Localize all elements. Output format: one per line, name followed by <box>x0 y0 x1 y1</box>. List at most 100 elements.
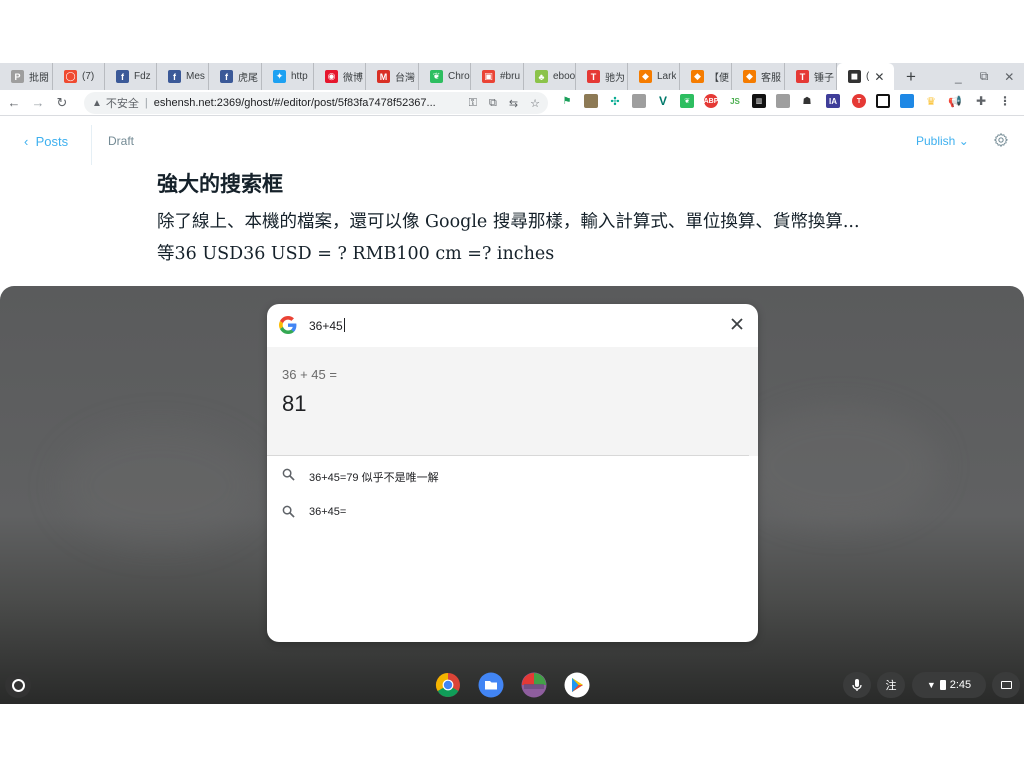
extension-crown-icon[interactable]: ♛ <box>924 94 938 108</box>
launcher-search-panel: 36+45 36 + 45 = 81 36+45=79 似乎不是唯一解 36+4… <box>267 304 758 642</box>
system-tray[interactable]: ▼ 2:45 <box>912 672 986 698</box>
extension-leaf-icon[interactable] <box>584 94 598 108</box>
extension-adblock-icon[interactable]: ABP <box>704 94 718 108</box>
browser-tab[interactable]: f Mes <box>157 63 209 90</box>
browser-tab[interactable]: f Fdz <box>105 63 157 90</box>
publish-menu-button[interactable]: Publish ⌄ <box>916 134 969 148</box>
browser-tab[interactable]: T 锤子 <box>785 63 837 90</box>
browser-tab[interactable]: T 驰为 <box>576 63 628 90</box>
microphone-icon <box>852 679 862 691</box>
tab-favicon-icon: ◉ <box>325 70 338 83</box>
version-app-icon[interactable] <box>521 672 547 698</box>
bookmark-star-icon[interactable]: ☆ <box>530 97 540 110</box>
overview-icon <box>1000 681 1012 689</box>
browser-tab[interactable]: ✦ http <box>262 63 314 90</box>
google-g-icon <box>279 316 297 334</box>
open-external-icon[interactable]: ⧉ <box>489 97 497 110</box>
back-to-posts-link[interactable]: ‹ Posts <box>24 134 68 149</box>
warning-triangle-icon: ▲ <box>92 97 102 109</box>
close-icon[interactable] <box>730 317 744 331</box>
tab-close-icon[interactable]: ✕ <box>874 70 884 84</box>
tab-title: 批閱 <box>29 73 49 84</box>
extension-v-icon[interactable]: V <box>656 94 670 108</box>
ime-indicator[interactable]: 注 <box>877 672 905 698</box>
extension-note-icon[interactable] <box>776 94 790 108</box>
search-icon <box>282 505 295 518</box>
browser-tab[interactable]: ◆ Lark <box>628 63 680 90</box>
tab-favicon-icon: ♣ <box>535 70 548 83</box>
launcher-search-bar[interactable]: 36+45 <box>267 304 758 347</box>
extension-evernote-icon[interactable]: ❦ <box>680 94 694 108</box>
new-tab-button[interactable]: + <box>906 67 916 87</box>
url-text[interactable]: eshensh.net:2369/ghost/#/editor/post/5f8… <box>154 97 436 109</box>
insecure-label: 不安全 <box>105 98 139 110</box>
extension-mustache-icon[interactable]: ☗ <box>800 94 814 108</box>
browser-tab[interactable]: M 台灣 <box>366 63 419 90</box>
browser-tab[interactable]: ◉ 微博 <box>314 63 366 90</box>
browser-tab[interactable]: ◼ (✕ <box>837 63 894 90</box>
minimize-icon[interactable]: _ <box>955 70 962 84</box>
extension-js-icon[interactable]: JS <box>728 94 742 108</box>
browser-tab[interactable]: ▣ #bru <box>471 63 524 90</box>
launcher-button[interactable] <box>5 672 31 698</box>
query-text: 36+45 <box>309 319 343 333</box>
browser-tab[interactable]: ❦ Chro <box>419 63 471 90</box>
voice-input-button[interactable] <box>843 672 871 698</box>
chrome-icon[interactable] <box>435 672 461 698</box>
chromeos-shelf: 注 ▼ 2:45 <box>0 666 1024 704</box>
extension-barcode-icon[interactable]: ▥ <box>752 94 766 108</box>
extension-megaphone-icon[interactable]: 📢 <box>948 94 962 108</box>
publish-label: Publish <box>916 134 956 148</box>
tab-favicon-icon: ◆ <box>639 70 652 83</box>
reload-icon[interactable]: ↻ <box>52 95 72 111</box>
tab-favicon-icon: f <box>116 70 129 83</box>
window-close-icon[interactable]: ✕ <box>1004 70 1014 84</box>
suggestion-row[interactable]: 36+45= <box>267 494 758 530</box>
clock-time: 2:45 <box>949 679 972 691</box>
tab-title: Lark <box>657 71 677 82</box>
battery-icon <box>939 680 946 690</box>
browser-tab[interactable]: ♣ eboo <box>524 63 576 90</box>
tab-title: 驰为 <box>605 73 625 84</box>
forward-arrow-icon[interactable]: → <box>28 95 48 110</box>
browser-tab[interactable]: ◯ (7) <box>53 63 105 90</box>
menu-kebab-icon[interactable]: ⋮ <box>998 94 1012 108</box>
extension-grid-icon[interactable]: ✣ <box>608 94 622 108</box>
play-store-icon[interactable] <box>564 672 590 698</box>
overview-button[interactable] <box>992 672 1020 698</box>
browser-tab[interactable]: ◆ 客服 <box>732 63 785 90</box>
browser-tab[interactable]: P 批閱 <box>0 63 53 90</box>
extension-ia-icon[interactable]: IA <box>826 94 840 108</box>
restore-icon[interactable]: ⧉ <box>980 69 989 84</box>
extensions-puzzle-icon[interactable]: ✚ <box>974 94 988 108</box>
post-paragraph[interactable]: 除了線上、本機的檔案，還可以像 Google 搜尋那樣，輸入計算式、單位換算、貨… <box>157 206 877 270</box>
calculator-answer-card[interactable]: 36 + 45 = 81 <box>267 347 758 456</box>
editor-header: ‹ Posts Draft Publish ⌄ <box>0 117 1024 165</box>
wallpaper-glow <box>740 406 940 526</box>
post-status: Draft <box>108 134 135 148</box>
browser-tab[interactable]: f 虎尾 <box>209 63 262 90</box>
tab-favicon-icon: T <box>796 70 809 83</box>
tab-favicon-icon: ❦ <box>430 70 443 83</box>
tab-favicon-icon: M <box>377 70 390 83</box>
extension-red-circle-icon[interactable]: T <box>852 94 866 108</box>
address-bar[interactable]: ▲ 不安全 | eshensh.net:2369/ghost/#/editor/… <box>84 92 548 114</box>
launcher-search-input[interactable]: 36+45 <box>309 318 345 333</box>
translate-icon[interactable]: ⇆ <box>509 97 518 110</box>
extension-box-icon[interactable] <box>632 94 646 108</box>
extension-square-icon[interactable] <box>876 94 890 108</box>
gear-icon[interactable] <box>993 132 1009 148</box>
back-arrow-icon[interactable]: ← <box>4 95 24 110</box>
files-icon[interactable] <box>478 672 504 698</box>
extension-flag-icon[interactable]: ⚑ <box>560 94 574 108</box>
post-heading[interactable]: 強大的搜索框 <box>157 168 283 198</box>
suggestion-row[interactable]: 36+45=79 似乎不是唯一解 <box>267 457 758 493</box>
tab-title: Chro <box>448 71 470 82</box>
tab-title: http <box>291 71 308 82</box>
extension-blue-square-icon[interactable] <box>900 94 914 108</box>
tab-title: 锤子 <box>814 73 834 84</box>
tab-favicon-icon: ◯ <box>64 70 77 83</box>
key-icon[interactable]: ⚿ <box>469 97 477 110</box>
browser-tab[interactable]: ◆ 【便 <box>680 63 732 90</box>
tab-title: Mes <box>186 71 205 82</box>
